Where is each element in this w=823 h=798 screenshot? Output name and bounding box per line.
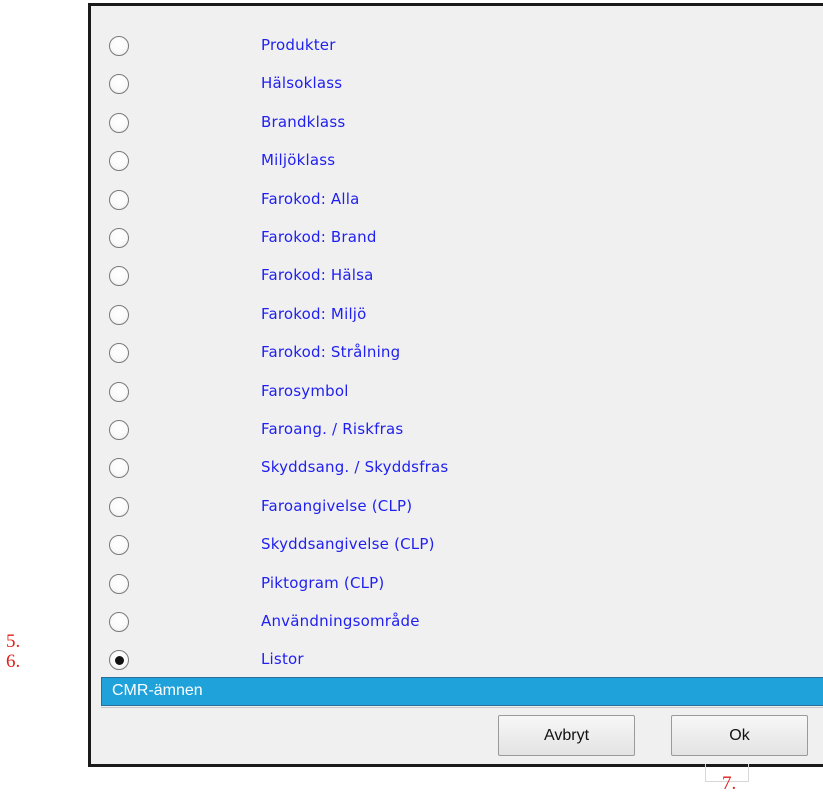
radio-button[interactable] [109, 304, 129, 325]
radio-option-label[interactable]: Farosymbol [261, 382, 349, 400]
radio-option[interactable]: Farokod: Strålning [91, 338, 823, 372]
radio-option[interactable]: Farosymbol [91, 377, 823, 411]
radio-option-label[interactable]: Miljöklass [261, 151, 335, 169]
radio-option-label[interactable]: Farokod: Miljö [261, 305, 367, 323]
radio-button[interactable] [109, 343, 129, 364]
annotation-6: 6. [6, 651, 21, 672]
radio-option[interactable]: Användningsområde [91, 607, 823, 641]
radio-button[interactable] [109, 151, 129, 172]
radio-option-label[interactable]: Faroangivelse (CLP) [261, 497, 412, 515]
radio-option[interactable]: Farokod: Brand [91, 223, 823, 257]
report-type-dialog: Produkter Hälsoklass Brandklass Miljöklass F… [88, 3, 823, 767]
annotation-5: 5. [6, 631, 21, 652]
radio-button[interactable] [109, 612, 129, 632]
radio-option-label[interactable]: Farokod: Hälsa [261, 266, 374, 284]
radio-button[interactable] [109, 420, 129, 440]
radio-option-label[interactable]: Listor [261, 650, 304, 668]
divider [101, 707, 823, 708]
radio-button[interactable] [109, 228, 129, 248]
radio-option[interactable]: Skyddsangivelse (CLP) [91, 530, 823, 564]
radio-option-label[interactable]: Faroang. / Riskfras [261, 420, 403, 438]
radio-button[interactable] [109, 381, 129, 402]
radio-button[interactable] [109, 458, 129, 479]
radio-button[interactable] [109, 74, 129, 95]
radio-option-label[interactable]: Produkter [261, 36, 336, 54]
radio-option[interactable]: Faroangivelse (CLP) [91, 492, 823, 526]
radio-option-label[interactable]: Brandklass [261, 113, 345, 131]
radio-option[interactable]: Farokod: Alla [91, 185, 823, 219]
radio-option-label[interactable]: Piktogram (CLP) [261, 574, 384, 592]
radio-option[interactable]: Listor [91, 645, 823, 679]
radio-option[interactable]: Farokod: Hälsa [91, 261, 823, 295]
radio-option[interactable]: Skyddsang. / Skyddsfras [91, 453, 823, 487]
radio-option-label[interactable]: Användningsområde [261, 612, 420, 630]
cancel-button[interactable]: Avbryt [498, 715, 635, 756]
radio-option[interactable]: Piktogram (CLP) [91, 569, 823, 603]
radio-button[interactable] [109, 266, 129, 287]
annotation-7: 7. [722, 773, 737, 794]
radio-option-label[interactable]: Hälsoklass [261, 74, 342, 92]
radio-option-label[interactable]: Farokod: Alla [261, 190, 360, 208]
radio-option-label[interactable]: Farokod: Brand [261, 228, 377, 246]
radio-button[interactable] [109, 189, 129, 210]
radio-button[interactable] [109, 496, 129, 517]
radio-button[interactable] [109, 650, 129, 671]
radio-button[interactable] [109, 36, 129, 56]
radio-option[interactable]: Hälsoklass [91, 69, 823, 103]
radio-option-label[interactable]: Farokod: Strålning [261, 343, 400, 361]
list-select-value: CMR-ämnen [112, 682, 203, 699]
radio-option[interactable]: Produkter [91, 31, 823, 65]
radio-option-label[interactable]: Skyddsang. / Skyddsfras [261, 458, 448, 476]
radio-button[interactable] [109, 535, 129, 556]
radio-option[interactable]: Farokod: Miljö [91, 300, 823, 334]
radio-option[interactable]: Miljöklass [91, 146, 823, 180]
radio-button[interactable] [109, 112, 129, 133]
list-select[interactable]: CMR-ämnen [101, 677, 823, 706]
radio-option-label[interactable]: Skyddsangivelse (CLP) [261, 535, 435, 553]
radio-option[interactable]: Faroang. / Riskfras [91, 415, 823, 449]
radio-option[interactable]: Brandklass [91, 108, 823, 142]
ok-button[interactable]: Ok [671, 715, 808, 756]
radio-button[interactable] [109, 573, 129, 594]
